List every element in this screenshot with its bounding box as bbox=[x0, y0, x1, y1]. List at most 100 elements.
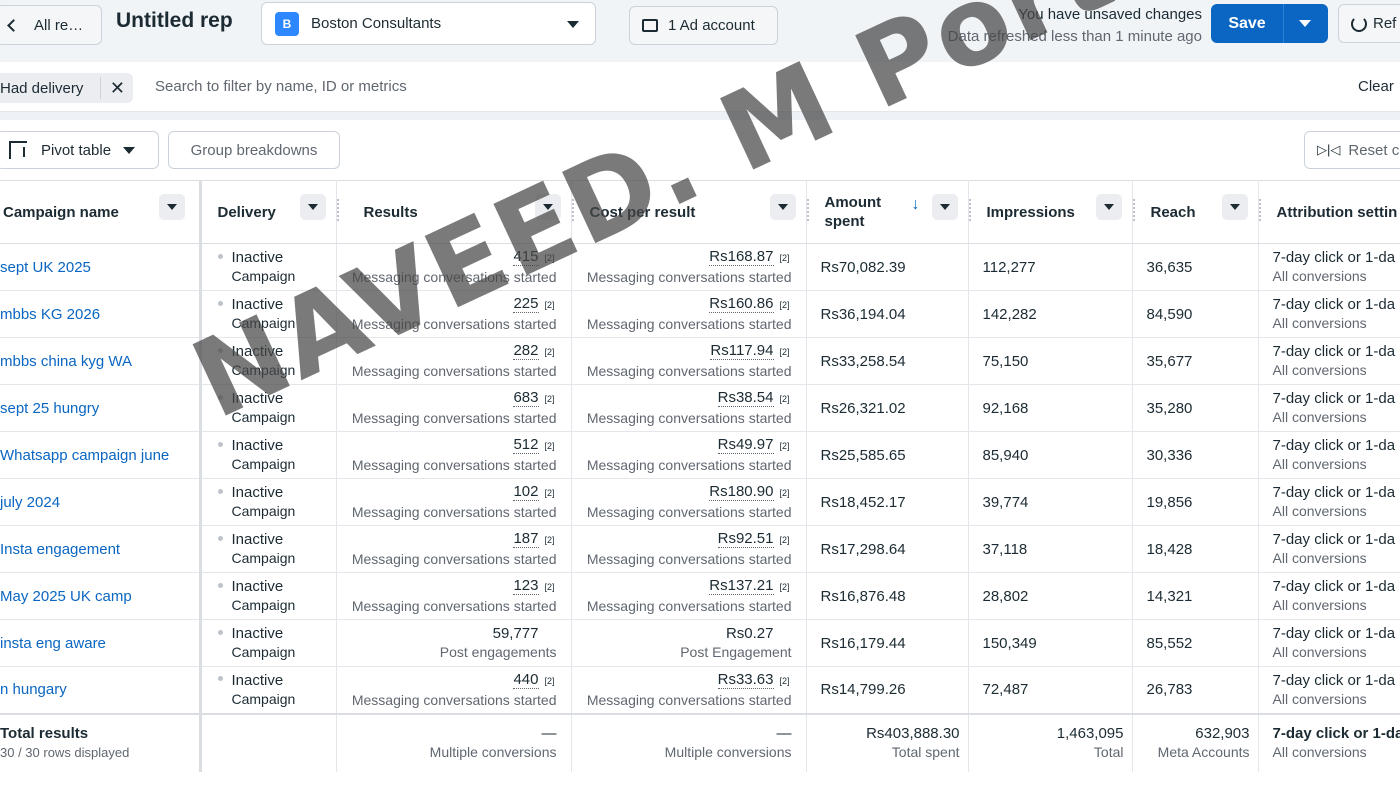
table-row[interactable]: july 2024 Inactive Campaign 102 [2] Messaging… bbox=[0, 478, 1400, 526]
column-header-attribution-setting[interactable]: Attribution settin bbox=[1258, 180, 1400, 244]
campaign-name[interactable]: insta eng aware bbox=[0, 635, 106, 652]
results-cell: 440 [2] Messaging conversations started bbox=[336, 666, 572, 714]
results-type: Messaging conversations started bbox=[351, 410, 557, 426]
results-value[interactable]: 282 bbox=[513, 342, 539, 360]
attribution-cell: 7-day click or 1-da All conversions bbox=[1258, 290, 1400, 338]
campaign-name[interactable]: sept 25 hungry bbox=[0, 400, 99, 417]
campaign-name[interactable]: july 2024 bbox=[0, 494, 60, 511]
column-header-campaign-name[interactable]: Campaign name bbox=[0, 180, 202, 244]
table-row[interactable]: insta eng aware Inactive Campaign 59,777 Pos… bbox=[0, 619, 1400, 667]
campaign-name-link[interactable]: Whatsapp campaign june bbox=[0, 431, 202, 479]
table-row[interactable]: Whatsapp campaign june Inactive Campaign 51… bbox=[0, 431, 1400, 479]
cost-per-result-value[interactable]: Rs33.63 bbox=[717, 670, 774, 689]
column-resize-handle[interactable] bbox=[571, 199, 574, 221]
results-value[interactable]: 187 bbox=[513, 530, 539, 548]
group-breakdowns-button[interactable]: Group breakdowns bbox=[168, 131, 340, 169]
column-menu-button[interactable] bbox=[769, 194, 796, 220]
report-title[interactable]: Untitled rep bbox=[116, 9, 233, 33]
table-row[interactable]: n hungary Inactive Campaign 440 [2] Messaging… bbox=[0, 666, 1400, 714]
campaign-name[interactable]: mbbs china kyg WA bbox=[0, 353, 132, 370]
column-menu-button[interactable] bbox=[1095, 194, 1122, 220]
table-row[interactable]: mbbs china kyg WA Inactive Campaign 282 [2] M… bbox=[0, 337, 1400, 385]
campaign-name[interactable]: n hungary bbox=[0, 681, 67, 698]
delivery-level: Campaign bbox=[231, 315, 296, 331]
column-menu-button[interactable] bbox=[534, 194, 561, 220]
results-value[interactable]: 415 bbox=[513, 248, 539, 266]
close-icon[interactable]: ✕ bbox=[110, 79, 125, 97]
column-resize-handle[interactable] bbox=[968, 199, 971, 221]
campaign-name-link[interactable]: sept UK 2025 bbox=[0, 243, 202, 291]
column-header-cost-per-result[interactable]: Cost per result bbox=[571, 180, 807, 244]
campaign-name[interactable]: sept UK 2025 bbox=[0, 259, 91, 276]
cost-per-result-value[interactable]: Rs38.54 bbox=[717, 389, 774, 407]
pivot-table-button[interactable]: Pivot table bbox=[0, 131, 159, 169]
cost-per-result-value[interactable]: Rs117.94 bbox=[710, 342, 774, 360]
filter-chip-had-delivery[interactable]: Had delivery ✕ bbox=[0, 73, 133, 103]
campaign-name-link[interactable]: insta eng aware bbox=[0, 619, 202, 667]
cost-per-result-value[interactable]: Rs180.90 bbox=[709, 483, 774, 501]
back-to-reports-button[interactable]: All re… bbox=[0, 5, 102, 45]
table-toolbar: Pivot table Group breakdowns ▷|◁ Reset c… bbox=[0, 120, 1400, 180]
column-resize-handle[interactable] bbox=[1258, 199, 1261, 221]
search-input[interactable]: Search to filter by name, ID or metrics bbox=[155, 78, 407, 95]
clear-filters-button[interactable]: Clear bbox=[1358, 78, 1394, 95]
column-menu-button[interactable] bbox=[931, 194, 958, 220]
column-header-reach[interactable]: Reach bbox=[1132, 180, 1259, 244]
account-selector[interactable]: B Boston Consultants bbox=[261, 2, 596, 45]
results-value[interactable]: 123 bbox=[513, 577, 539, 595]
column-menu-button[interactable] bbox=[299, 194, 326, 220]
campaign-name-link[interactable]: n hungary bbox=[0, 666, 202, 714]
amount-spent-cell: Rs17,298.64 bbox=[806, 525, 969, 573]
delivery-status-dot-icon bbox=[217, 676, 223, 682]
chevron-down-icon bbox=[939, 204, 950, 210]
cost-per-result-value[interactable]: Rs0.27 bbox=[726, 625, 774, 642]
results-value[interactable]: 102 bbox=[513, 483, 539, 501]
results-value[interactable]: 683 bbox=[513, 389, 539, 407]
cost-per-result-value[interactable]: Rs160.86 bbox=[709, 295, 774, 313]
save-button[interactable]: Save bbox=[1211, 4, 1328, 43]
refresh-button[interactable]: Ref bbox=[1338, 4, 1400, 43]
campaign-name[interactable]: Insta engagement bbox=[0, 541, 120, 558]
results-value[interactable]: 440 bbox=[513, 670, 539, 689]
reset-columns-button[interactable]: ▷|◁ Reset co bbox=[1304, 131, 1400, 169]
sort-descending-icon[interactable]: ↓ bbox=[912, 195, 920, 214]
campaign-name-link[interactable]: Insta engagement bbox=[0, 525, 202, 573]
cost-per-result-cell: Rs49.97 [2] Messaging conversations starte… bbox=[571, 431, 807, 479]
column-menu-button[interactable] bbox=[1221, 194, 1248, 220]
table-row[interactable]: mbbs KG 2026 Inactive Campaign 225 [2] Messag… bbox=[0, 290, 1400, 338]
ad-account-button[interactable]: 1 Ad account bbox=[629, 6, 778, 45]
total-attribution-cell: 7-day click or 1-da All conversions bbox=[1258, 712, 1400, 772]
table-row[interactable]: sept 25 hungry Inactive Campaign 683 [2] Mess… bbox=[0, 384, 1400, 432]
column-resize-handle[interactable] bbox=[336, 199, 339, 221]
save-options-chevron-icon[interactable] bbox=[1299, 20, 1311, 27]
cost-per-result-value[interactable]: Rs49.97 bbox=[717, 436, 774, 454]
column-menu-button[interactable] bbox=[158, 194, 185, 220]
column-resize-handle[interactable] bbox=[1132, 199, 1135, 221]
campaign-name[interactable]: mbbs KG 2026 bbox=[0, 306, 100, 323]
delivery-level: Campaign bbox=[231, 409, 296, 425]
column-header-amount-spent[interactable]: Amount spent ↓ bbox=[806, 180, 969, 244]
campaign-name[interactable]: May 2025 UK camp bbox=[0, 588, 132, 605]
results-value[interactable]: 59,777 bbox=[493, 625, 539, 642]
column-header-delivery[interactable]: Delivery bbox=[200, 180, 337, 244]
delivery-level: Campaign bbox=[231, 268, 296, 284]
cost-per-result-value[interactable]: Rs92.51 bbox=[717, 530, 774, 548]
table-row[interactable]: May 2025 UK camp Inactive Campaign 123 [2] Me… bbox=[0, 572, 1400, 620]
campaign-name-link[interactable]: july 2024 bbox=[0, 478, 202, 526]
column-resize-handle[interactable] bbox=[806, 199, 809, 221]
chevron-down-icon bbox=[777, 204, 788, 210]
table-row[interactable]: sept UK 2025 Inactive Campaign 415 [2] Messag… bbox=[0, 243, 1400, 291]
column-header-impressions[interactable]: Impressions bbox=[968, 180, 1133, 244]
cost-per-result-value[interactable]: Rs168.87 bbox=[709, 248, 774, 266]
campaign-name-link[interactable]: mbbs china kyg WA bbox=[0, 337, 202, 385]
campaign-name[interactable]: Whatsapp campaign june bbox=[0, 447, 169, 464]
campaign-name-link[interactable]: sept 25 hungry bbox=[0, 384, 202, 432]
results-value[interactable]: 512 bbox=[513, 436, 539, 454]
campaign-name-link[interactable]: mbbs KG 2026 bbox=[0, 290, 202, 338]
results-cell: 415 [2] Messaging conversations started bbox=[336, 243, 572, 291]
table-row[interactable]: Insta engagement Inactive Campaign 187 [2] Me… bbox=[0, 525, 1400, 573]
results-value[interactable]: 225 bbox=[513, 295, 539, 313]
column-header-results[interactable]: Results bbox=[336, 180, 572, 244]
cost-per-result-value[interactable]: Rs137.21 bbox=[709, 577, 774, 595]
campaign-name-link[interactable]: May 2025 UK camp bbox=[0, 572, 202, 620]
